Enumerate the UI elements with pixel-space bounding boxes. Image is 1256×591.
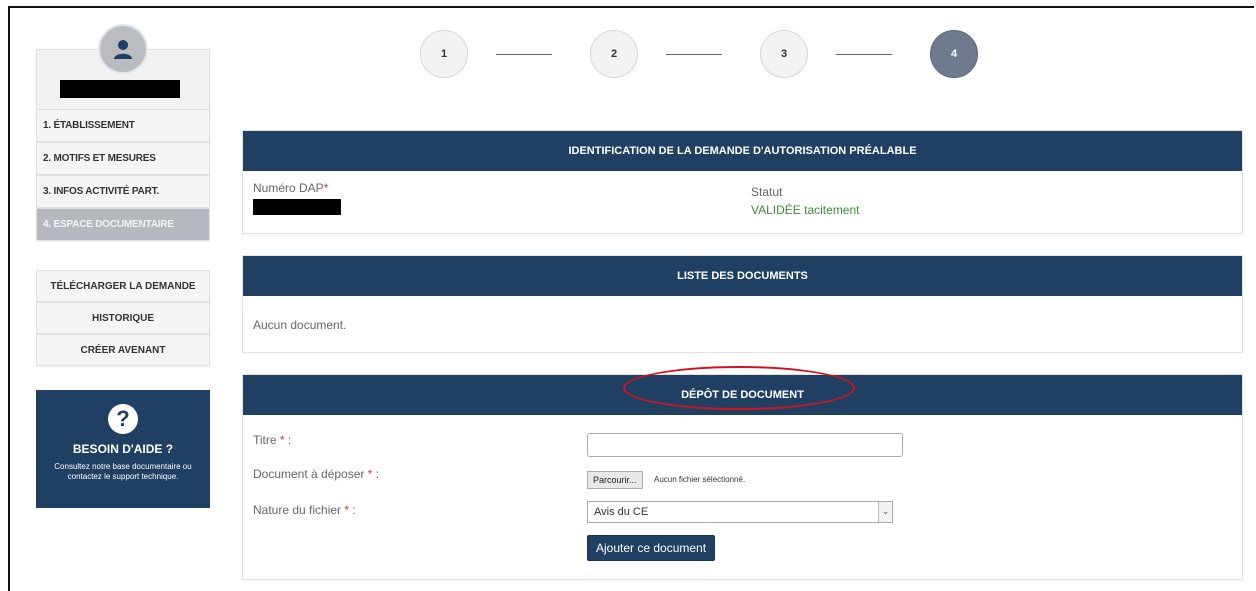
help-text: Consultez notre base documentaire ou con… [54, 462, 192, 481]
identification-panel: IDENTIFICATION DE LA DEMANDE D'AUTORISAT… [242, 130, 1243, 234]
chevron-down-icon: ⌄ [878, 502, 892, 522]
step-number: 1 [440, 48, 448, 60]
user-icon [114, 40, 132, 59]
button-label: Parcourir... [593, 475, 637, 485]
browse-button[interactable]: Parcourir... [587, 471, 643, 489]
nature-label: Nature du fichier * : [253, 503, 356, 517]
upload-panel: DÉPÔT DE DOCUMENT Titre * : Document à d… [242, 366, 1243, 580]
step-connector [666, 54, 722, 55]
step-connector [836, 54, 892, 55]
label-text: Nature du fichier [253, 503, 342, 517]
button-label: CRÉER AVENANT [80, 344, 166, 356]
redacted-numero-dap [253, 199, 341, 215]
user-card [36, 14, 210, 119]
numero-dap-label: Numéro DAP* [253, 181, 328, 195]
help-box[interactable]: ? BESOIN D'AIDE ? Consultez notre base d… [36, 390, 210, 508]
empty-documents-text: Aucun document. [253, 318, 347, 332]
label-text: Numéro DAP [253, 181, 324, 195]
no-file-text: Aucun fichier sélectionné. [654, 475, 746, 484]
label-colon: : [284, 433, 292, 447]
panel-title: IDENTIFICATION DE LA DEMANDE D'AUTORISAT… [243, 131, 1242, 171]
step-number: 2 [610, 48, 618, 60]
history-button[interactable]: HISTORIQUE [36, 302, 210, 334]
label-colon: : [372, 467, 380, 481]
label-text: Document à déposer [253, 467, 365, 481]
add-document-button[interactable]: Ajouter ce document [587, 535, 716, 561]
question-icon: ? [108, 404, 138, 434]
button-label: TÉLÉCHARGER LA DEMANDE [50, 280, 196, 292]
select-value: Avis du CE [594, 506, 649, 518]
panel-title-text: IDENTIFICATION DE LA DEMANDE D'AUTORISAT… [568, 145, 917, 157]
step-3[interactable]: 3 [760, 30, 808, 78]
menu-item-label: 1. ÉTABLISSEMENT [43, 120, 135, 131]
panel-title-text: LISTE DES DOCUMENTS [677, 270, 808, 282]
document-label: Document à déposer * : [253, 467, 379, 481]
button-label: HISTORIQUE [91, 312, 155, 324]
menu-item-motifs[interactable]: 2. MOTIFS ET MESURES [36, 142, 210, 175]
label-colon: : [349, 503, 356, 517]
panel-title: LISTE DES DOCUMENTS [243, 256, 1242, 296]
menu-item-label: 2. MOTIFS ET MESURES [43, 153, 156, 164]
help-title: BESOIN D'AIDE ? [72, 442, 174, 456]
step-1[interactable]: 1 [420, 30, 468, 78]
sidebar: 1. ÉTABLISSEMENT 2. MOTIFS ET MESURES 3.… [36, 14, 210, 508]
action-list: TÉLÉCHARGER LA DEMANDE HISTORIQUE CRÉER … [36, 270, 210, 366]
titre-input[interactable] [587, 433, 903, 457]
redacted-username [60, 80, 180, 98]
panel-title: DÉPÔT DE DOCUMENT [243, 366, 1242, 415]
statut-value: VALIDÉE tacitement [751, 203, 860, 217]
progress-stepper: 1 2 3 4 [420, 30, 1020, 80]
avatar [98, 24, 148, 74]
step-connector [496, 54, 552, 55]
menu-item-label: 3. INFOS ACTIVITÉ PART. [43, 186, 159, 197]
step-menu: 1. ÉTABLISSEMENT 2. MOTIFS ET MESURES 3.… [36, 109, 210, 241]
step-2[interactable]: 2 [590, 30, 638, 78]
menu-item-espace-documentaire[interactable]: 4. ESPACE DOCUMENTAIRE [36, 208, 210, 241]
titre-label: Titre * : [253, 433, 291, 447]
step-number: 4 [950, 48, 958, 60]
statut-label: Statut [751, 185, 783, 199]
step-4[interactable]: 4 [930, 30, 978, 78]
label-text: Titre [253, 433, 277, 447]
required-mark: * [323, 181, 329, 195]
step-number: 3 [780, 48, 788, 60]
highlight-oval [623, 366, 855, 410]
download-request-button[interactable]: TÉLÉCHARGER LA DEMANDE [36, 270, 210, 302]
nature-select[interactable]: Avis du CE ⌄ [587, 501, 893, 523]
documents-panel: LISTE DES DOCUMENTS Aucun document. [242, 255, 1243, 353]
create-amendment-button[interactable]: CRÉER AVENANT [36, 334, 210, 366]
menu-item-label: 4. ESPACE DOCUMENTAIRE [43, 219, 174, 230]
menu-item-etablissement[interactable]: 1. ÉTABLISSEMENT [36, 109, 210, 142]
button-label: Ajouter ce document [596, 541, 707, 555]
menu-item-infos-activite[interactable]: 3. INFOS ACTIVITÉ PART. [36, 175, 210, 208]
